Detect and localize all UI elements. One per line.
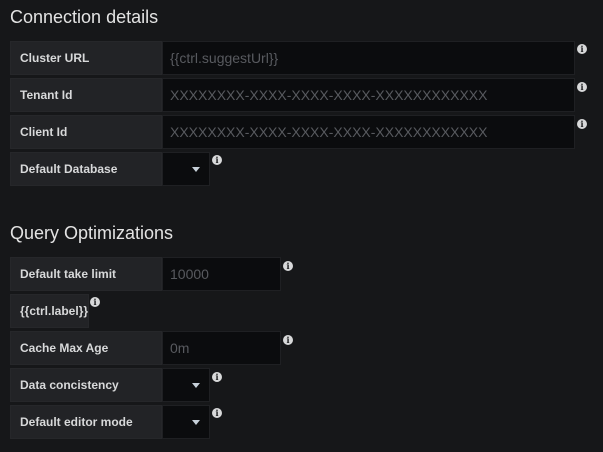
client-id-label: Client Id (10, 115, 162, 149)
caret-down-icon (192, 167, 200, 172)
info-icon[interactable]: i (283, 335, 293, 345)
client-id-input[interactable] (162, 115, 575, 149)
info-icon[interactable]: i (212, 408, 222, 418)
editor-mode-select[interactable] (162, 405, 210, 439)
info-icon[interactable]: i (577, 82, 587, 92)
ctrl-label: {{ctrl.label}} (10, 294, 89, 328)
info-icon[interactable]: i (283, 261, 293, 271)
tenant-id-label: Tenant Id (10, 78, 162, 112)
cache-max-age-label: Cache Max Age (10, 331, 162, 365)
info-icon[interactable]: i (577, 119, 587, 129)
data-consistency-select[interactable] (162, 368, 210, 402)
info-icon[interactable]: i (90, 297, 100, 307)
take-limit-label: Default take limit (10, 257, 162, 291)
info-icon[interactable]: i (212, 372, 222, 382)
take-limit-input[interactable] (162, 257, 281, 291)
data-consistency-label: Data concistency (10, 368, 162, 402)
query-optimizations-title: Query Optimizations (10, 223, 174, 243)
info-icon[interactable]: i (212, 155, 222, 165)
default-database-label: Default Database (10, 152, 162, 186)
connection-details-title: Connection details (10, 7, 159, 27)
caret-down-icon (192, 383, 200, 388)
cluster-url-input[interactable] (162, 41, 575, 75)
editor-mode-label: Default editor mode (10, 405, 162, 439)
cache-max-age-input[interactable] (162, 331, 281, 365)
caret-down-icon (192, 420, 200, 425)
tenant-id-input[interactable] (162, 78, 575, 112)
cluster-url-label: Cluster URL (10, 41, 162, 75)
info-icon[interactable]: i (577, 44, 587, 54)
default-database-select[interactable] (162, 152, 210, 186)
